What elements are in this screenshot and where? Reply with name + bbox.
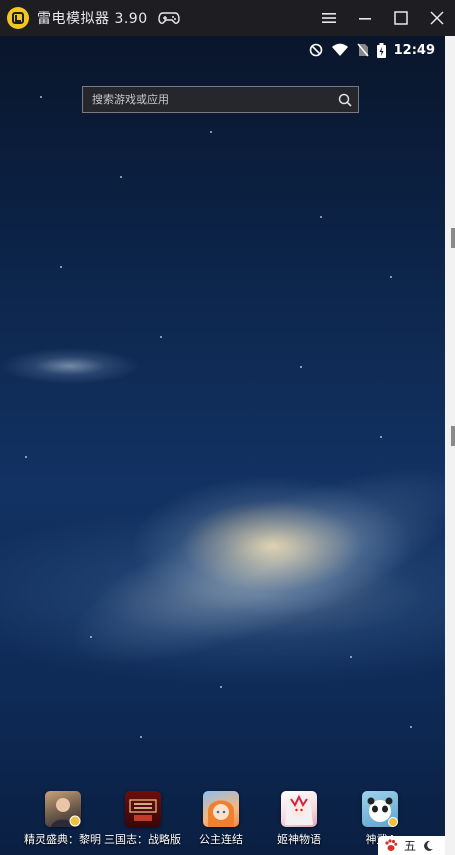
minimize-icon[interactable]	[347, 0, 383, 36]
dock-app-princess-connect[interactable]: 公主连结	[199, 791, 243, 847]
sanguozhi-app-icon[interactable]	[124, 791, 161, 827]
android-home-screen: 12:49 精灵盛典：黎明	[0, 36, 445, 855]
do-not-disturb-icon	[309, 43, 322, 57]
wallpaper-galaxy	[52, 431, 445, 701]
moon-icon[interactable]	[422, 840, 434, 852]
dock-app-sanguozhi[interactable]: 三国志：战略版	[104, 791, 181, 847]
maximize-icon[interactable]	[383, 0, 419, 36]
no-sim-icon	[357, 43, 369, 57]
dock-app-label: 姬神物语	[277, 833, 321, 846]
side-toolbar-marker[interactable]	[451, 426, 455, 446]
search-bar[interactable]	[82, 86, 359, 113]
dock-app-jishen-wuyu[interactable]: 姬神物语	[277, 791, 321, 847]
wifi-icon	[331, 43, 348, 56]
hamburger-menu-icon[interactable]	[311, 0, 347, 36]
gamepad-icon[interactable]	[157, 11, 180, 25]
app-title: 雷电模拟器 3.90	[37, 11, 148, 27]
status-bar: 12:49	[309, 40, 435, 60]
search-input[interactable]	[83, 86, 332, 113]
app-logo-icon	[7, 7, 29, 29]
dock-app-label: 三国志：战略版	[104, 833, 181, 846]
side-toolbar[interactable]	[445, 36, 455, 855]
window-controls	[311, 0, 455, 36]
search-icon[interactable]	[332, 87, 358, 112]
ime-mode-label[interactable]: 五	[404, 837, 416, 854]
ime-toolbar[interactable]: 五	[378, 836, 445, 855]
emulator-window: 雷电模拟器 3.90 12:49 搜索游戏或应用 精灵盛典：黎明 三国志：战略版…	[0, 0, 455, 855]
shenwu4-app-icon[interactable]	[362, 791, 398, 827]
close-icon[interactable]	[419, 0, 455, 36]
paw-icon[interactable]	[384, 839, 398, 852]
jingling-shengdian-app-icon[interactable]	[44, 791, 81, 827]
dock-app-jingling-shengdian[interactable]: 精灵盛典：黎明	[24, 791, 101, 847]
title-bar: 雷电模拟器 3.90	[0, 0, 455, 36]
jishen-wuyu-app-icon[interactable]	[281, 791, 317, 827]
status-time: 12:49	[393, 42, 435, 58]
side-toolbar-marker[interactable]	[451, 228, 455, 248]
princess-connect-app-icon[interactable]	[203, 791, 239, 827]
dock-app-label: 公主连结	[199, 833, 243, 846]
battery-charging-icon	[376, 42, 386, 58]
dock-app-label: 精灵盛典：黎明	[24, 833, 101, 846]
